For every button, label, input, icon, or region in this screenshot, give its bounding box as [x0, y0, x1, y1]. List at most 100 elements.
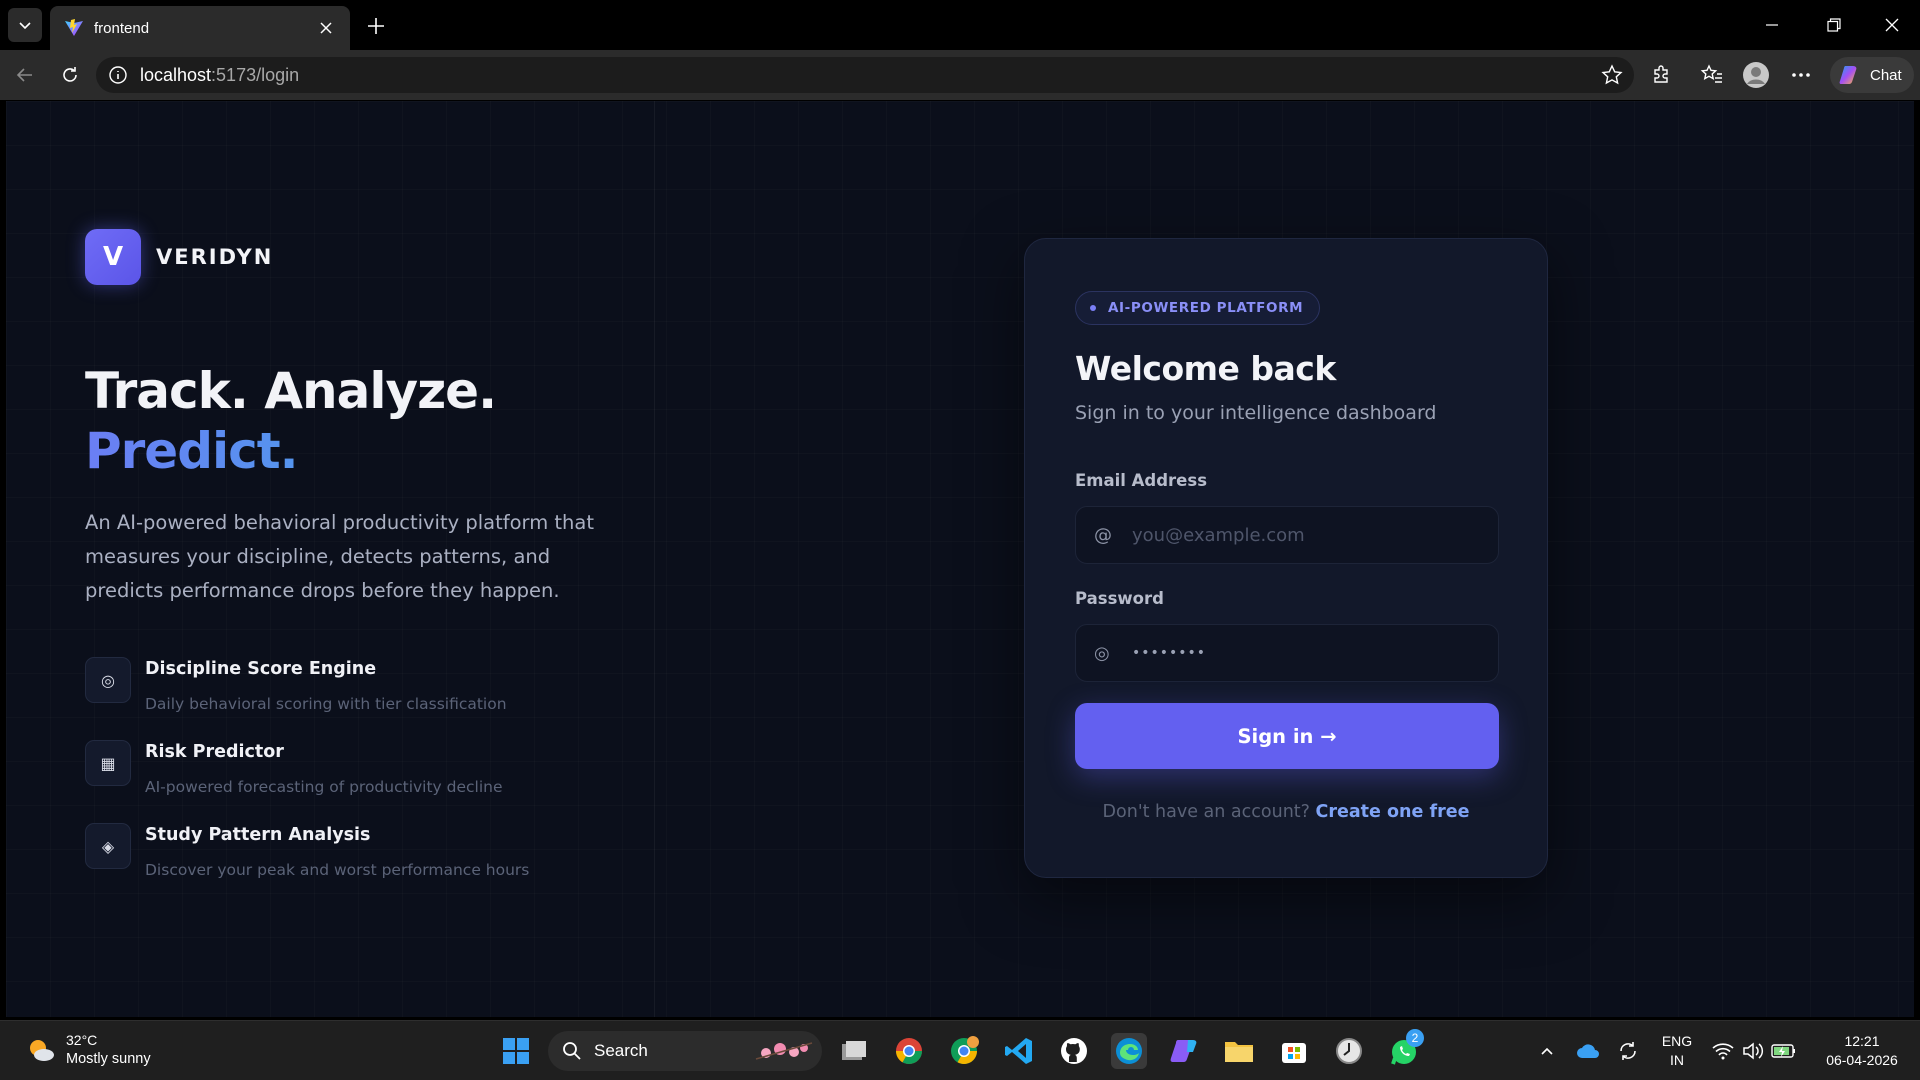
close-tab-icon[interactable] — [316, 18, 336, 38]
sign-in-button[interactable]: Sign in → — [1075, 703, 1499, 769]
whatsapp-app[interactable]: 2 — [1386, 1029, 1424, 1069]
show-hidden-icons-button[interactable] — [1529, 1033, 1565, 1069]
favorites-button[interactable] — [1697, 60, 1727, 90]
whatsapp-badge: 2 — [1406, 1029, 1424, 1047]
headline-line-1: Track. Analyze. — [85, 362, 497, 420]
vscode-icon — [1005, 1038, 1032, 1064]
chevron-up-icon — [1541, 1047, 1553, 1055]
windows-logo-icon — [503, 1038, 529, 1064]
platform-badge: AI-POWERED PLATFORM — [1075, 291, 1321, 325]
copilot-taskbar-icon — [1170, 1040, 1197, 1062]
signup-prompt-text: Don't have an account? — [1102, 802, 1310, 822]
store-icon — [1282, 1043, 1306, 1063]
taskbar-search[interactable]: Search — [548, 1031, 822, 1071]
close-window-button[interactable] — [1872, 10, 1912, 40]
hero-headline: Track. Analyze. Predict. — [85, 361, 497, 481]
extensions-button[interactable] — [1646, 60, 1676, 90]
badge-label: AI-POWERED PLATFORM — [1108, 300, 1304, 316]
language-indicator[interactable]: ENG IN — [1660, 1032, 1694, 1070]
signup-prompt: Don't have an account? Create one free — [1025, 802, 1547, 822]
lock-icon: ◎ — [1094, 642, 1110, 664]
close-icon — [1885, 18, 1899, 32]
hero-description: An AI-powered behavioral productivity pl… — [85, 511, 595, 602]
plus-icon — [368, 18, 384, 34]
vscode-app[interactable] — [1001, 1033, 1037, 1069]
create-account-link[interactable]: Create one free — [1316, 802, 1470, 822]
battery-charging-icon — [1771, 1044, 1795, 1058]
at-icon: @ — [1094, 524, 1112, 546]
clock-app[interactable] — [1331, 1033, 1367, 1069]
ellipsis-icon — [1792, 73, 1810, 77]
chrome-app[interactable] — [891, 1033, 927, 1069]
reload-icon — [63, 67, 77, 82]
edge-icon — [1116, 1038, 1142, 1064]
reload-button[interactable] — [55, 60, 85, 90]
feature-description: Discover your peak and worst performance… — [145, 861, 530, 879]
cloud-icon — [1577, 1044, 1599, 1058]
task-view-button[interactable] — [836, 1033, 872, 1069]
chat-label: Chat — [1870, 66, 1902, 84]
minimize-icon — [1766, 24, 1778, 26]
volume-icon — [1743, 1042, 1764, 1060]
feature-description: Daily behavioral scoring with tier class… — [145, 695, 507, 713]
cherry-blossom-icon — [755, 1042, 813, 1060]
weather-description: Mostly sunny — [66, 1051, 151, 1067]
vite-logo-icon — [65, 19, 83, 36]
battery-tray[interactable] — [1766, 1033, 1802, 1069]
browser-tab-frontend[interactable]: frontend — [50, 6, 350, 50]
search-icon — [563, 1042, 581, 1060]
brand-name: VERIDYN — [156, 245, 274, 269]
headline-line-2: Predict. — [85, 421, 496, 481]
new-tab-button[interactable] — [362, 12, 390, 40]
arrow-left-icon — [16, 68, 32, 82]
password-input[interactable]: •••••••• — [1132, 645, 1206, 661]
region-code: IN — [1670, 1052, 1684, 1068]
tab-title: frontend — [94, 19, 150, 37]
feature-title: Study Pattern Analysis — [145, 825, 371, 845]
start-button[interactable] — [498, 1033, 534, 1069]
restore-button[interactable] — [1814, 10, 1854, 40]
chrome-icon — [895, 1038, 923, 1065]
grid-icon: ▦ — [85, 740, 131, 786]
brand-logo: V — [85, 229, 141, 285]
weather-widget[interactable]: 32°C Mostly sunny — [26, 1031, 151, 1069]
more-options-button[interactable] — [1786, 60, 1816, 90]
feature-title: Discipline Score Engine — [145, 659, 377, 679]
back-button[interactable] — [10, 60, 40, 90]
badge-dot — [1090, 305, 1096, 311]
password-field[interactable]: ◎ •••••••• — [1075, 624, 1499, 682]
puzzle-icon — [1654, 65, 1668, 83]
profile-button[interactable] — [1741, 60, 1771, 90]
copilot-icon — [1839, 66, 1857, 84]
clock-icon — [1336, 1038, 1362, 1064]
partly-sunny-icon — [30, 1040, 54, 1061]
clock-date: 06-04-2026 — [1826, 1052, 1898, 1068]
favorite-star-icon[interactable] — [1600, 63, 1624, 87]
tab-list-button[interactable] — [8, 8, 42, 42]
file-explorer-app[interactable] — [1221, 1033, 1257, 1069]
clock[interactable]: 12:21 06-04-2026 — [1812, 1032, 1912, 1070]
onedrive-tray[interactable] — [1570, 1033, 1606, 1069]
folder-icon — [1225, 1042, 1253, 1062]
copilot-app[interactable] — [1166, 1033, 1202, 1069]
login-card: AI-POWERED PLATFORM Welcome back Sign in… — [1024, 238, 1548, 878]
github-icon — [1061, 1038, 1087, 1064]
weather-temp: 32°C — [66, 1032, 98, 1048]
url-path: :5173/login — [211, 64, 300, 85]
login-page: V VERIDYN Track. Analyze. Predict. An AI… — [6, 101, 1914, 1017]
chrome-profile-app[interactable] — [946, 1033, 982, 1069]
copilot-chat-button[interactable]: Chat — [1830, 57, 1914, 93]
minimize-button[interactable] — [1752, 10, 1792, 40]
diamond-icon: ◈ — [85, 823, 131, 869]
email-field[interactable]: @ — [1075, 506, 1499, 564]
sync-tray[interactable] — [1610, 1033, 1646, 1069]
store-app[interactable] — [1276, 1033, 1312, 1069]
email-input[interactable] — [1132, 524, 1482, 546]
github-app[interactable] — [1056, 1033, 1092, 1069]
password-label: Password — [1075, 589, 1164, 608]
address-bar[interactable]: localhost:5173/login — [96, 57, 1634, 93]
task-view-icon — [842, 1041, 866, 1060]
url-host: localhost — [140, 64, 212, 85]
edge-app[interactable] — [1111, 1033, 1147, 1069]
wifi-icon — [1712, 1043, 1734, 1060]
